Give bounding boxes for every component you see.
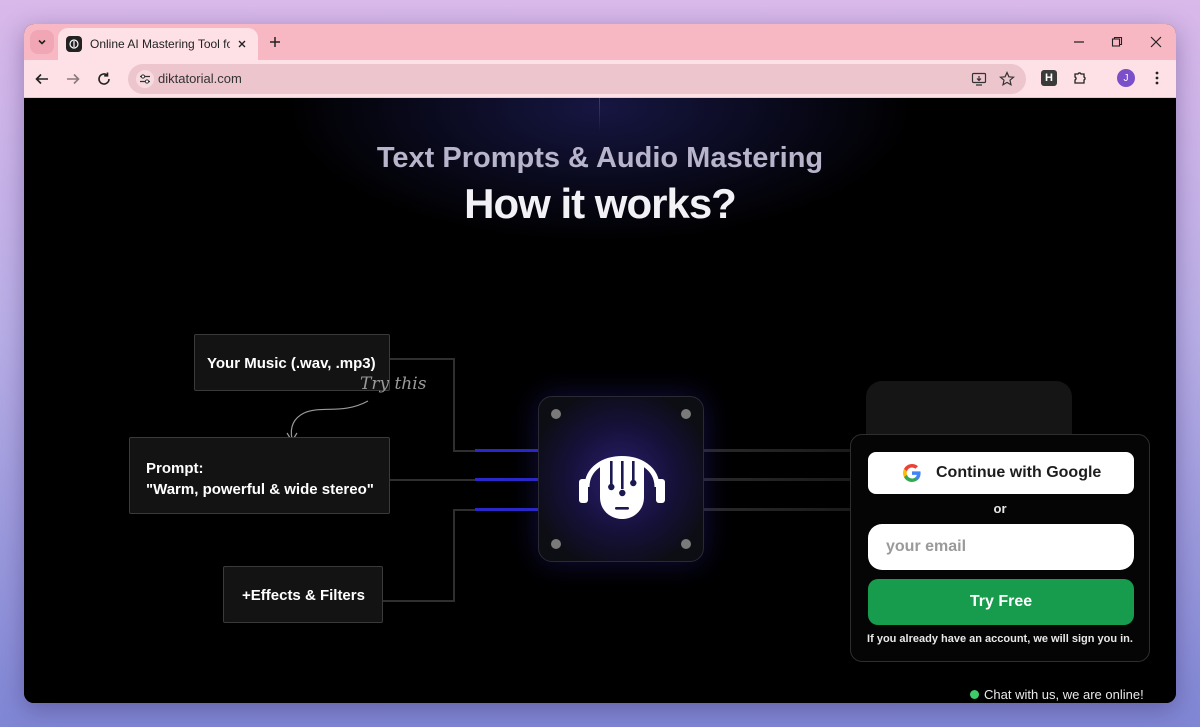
close-icon bbox=[1150, 36, 1162, 48]
minimize-button[interactable] bbox=[1069, 32, 1089, 52]
extensions-puzzle-icon[interactable] bbox=[1069, 67, 1091, 89]
tab-close-icon[interactable] bbox=[234, 36, 250, 52]
try-free-label: Try Free bbox=[969, 593, 1033, 610]
menu-kebab-icon[interactable] bbox=[1146, 67, 1168, 89]
tab-search-button[interactable] bbox=[30, 30, 54, 54]
forward-button[interactable] bbox=[63, 69, 83, 89]
connector-line-active bbox=[475, 449, 539, 452]
browser-tab[interactable]: Online AI Mastering Tool for Au bbox=[58, 28, 258, 60]
prompt-input-card: Prompt: "Warm, powerful & wide stereo" bbox=[129, 437, 390, 514]
arrow-right-icon bbox=[67, 73, 80, 85]
prompt-text: "Warm, powerful & wide stereo" bbox=[146, 481, 374, 498]
try-free-button[interactable]: Try Free bbox=[868, 579, 1134, 625]
chat-widget[interactable]: Chat with us, we are online! bbox=[970, 683, 1144, 703]
light-beam bbox=[599, 98, 600, 132]
connector-line bbox=[453, 358, 455, 452]
browser-window: Online AI Mastering Tool for Au bbox=[24, 24, 1176, 703]
online-status-dot bbox=[970, 689, 979, 699]
reload-button[interactable] bbox=[94, 69, 114, 89]
restore-icon bbox=[1111, 36, 1123, 47]
connector-line bbox=[382, 600, 455, 602]
connector-line bbox=[455, 450, 475, 452]
connector-line bbox=[453, 509, 455, 602]
connector-line bbox=[389, 358, 455, 360]
google-button-label: Continue with Google bbox=[936, 464, 1102, 481]
bookmark-star-icon[interactable] bbox=[998, 70, 1016, 88]
hub-screw bbox=[551, 409, 561, 419]
url-text: diktatorial.com bbox=[158, 71, 242, 86]
connector-line bbox=[704, 508, 854, 511]
music-input-label: Your Music (.wav, .mp3) bbox=[207, 355, 376, 372]
page-content: Text Prompts & Audio Mastering How it wo… bbox=[24, 98, 1176, 703]
hub-screw bbox=[681, 539, 691, 549]
connector-line-active bbox=[475, 478, 539, 481]
connector-line bbox=[704, 449, 854, 452]
extension-h-icon[interactable]: H bbox=[1038, 67, 1060, 89]
connector-line bbox=[389, 479, 475, 481]
arrow-left-icon bbox=[35, 73, 48, 85]
minimize-icon bbox=[1074, 41, 1084, 43]
try-this-hint: Try this bbox=[360, 374, 427, 394]
hub-screw bbox=[551, 539, 561, 549]
address-bar[interactable]: diktatorial.com bbox=[128, 64, 1026, 94]
section-eyebrow: Text Prompts & Audio Mastering bbox=[376, 142, 824, 174]
tab-title: Online AI Mastering Tool for Au bbox=[90, 37, 230, 51]
plus-icon bbox=[270, 37, 280, 47]
reload-icon bbox=[98, 72, 110, 85]
headphone-face-logo-icon bbox=[579, 456, 665, 519]
restore-button[interactable] bbox=[1107, 32, 1127, 52]
new-tab-button[interactable] bbox=[266, 33, 284, 51]
chevron-down-icon bbox=[38, 39, 46, 45]
signup-panel: Continue with Google or Try Free If you … bbox=[850, 434, 1150, 662]
close-window-button[interactable] bbox=[1146, 32, 1166, 52]
chat-label: Chat with us, we are online! bbox=[984, 686, 1144, 702]
profile-avatar[interactable]: J bbox=[1117, 69, 1135, 87]
signin-note: If you already have an account, we will … bbox=[867, 633, 1133, 645]
install-app-icon[interactable] bbox=[970, 70, 988, 88]
site-info-icon[interactable] bbox=[136, 70, 154, 88]
or-divider: or bbox=[993, 501, 1007, 516]
connector-line bbox=[455, 509, 475, 511]
effects-input-card: +Effects & Filters bbox=[223, 566, 383, 623]
google-logo-icon bbox=[903, 464, 921, 482]
effects-label: +Effects & Filters bbox=[242, 587, 365, 604]
connector-line bbox=[704, 478, 854, 481]
tab-strip: Online AI Mastering Tool for Au bbox=[24, 24, 1176, 60]
section-headline: How it works? bbox=[464, 180, 737, 227]
ai-mastering-hub bbox=[538, 396, 704, 562]
back-button[interactable] bbox=[32, 69, 52, 89]
continue-with-google-button[interactable]: Continue with Google bbox=[868, 452, 1134, 494]
site-favicon-icon bbox=[66, 36, 82, 52]
connector-line-active bbox=[475, 508, 539, 511]
prompt-label: Prompt: bbox=[146, 460, 204, 477]
hub-screw bbox=[681, 409, 691, 419]
email-field[interactable] bbox=[868, 524, 1134, 570]
browser-toolbar: diktatorial.com H J bbox=[24, 60, 1176, 98]
